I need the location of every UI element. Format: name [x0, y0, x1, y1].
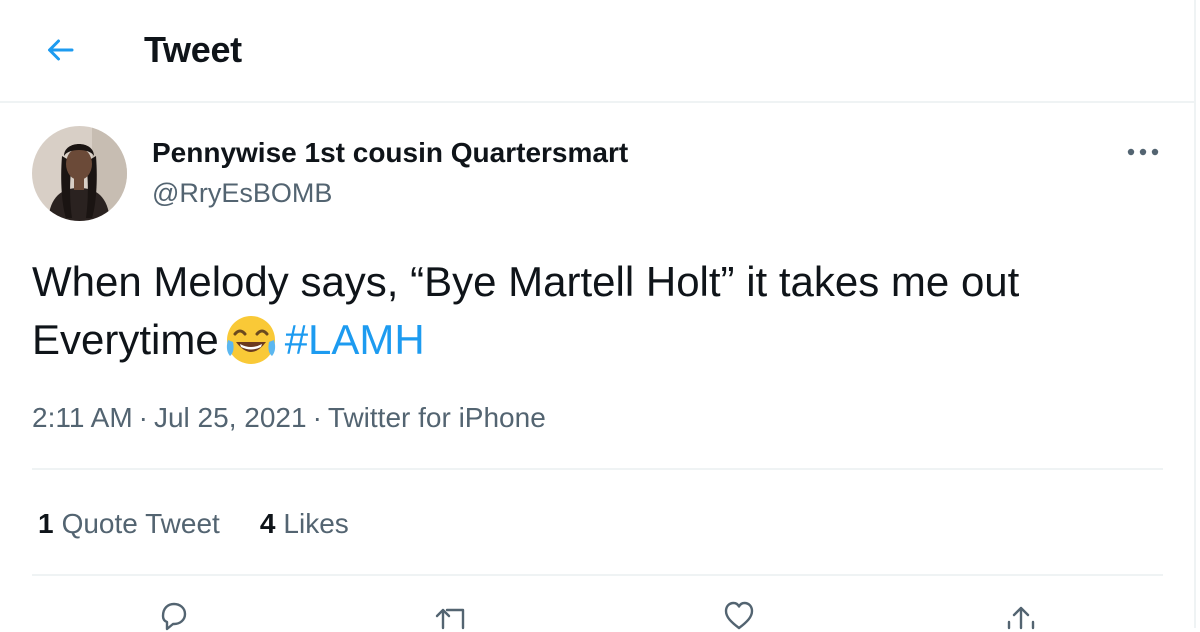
- divider: [32, 468, 1163, 470]
- share-button[interactable]: [996, 592, 1046, 632]
- reply-button[interactable]: [148, 592, 198, 632]
- tweet-text-word: Everytime: [32, 316, 219, 363]
- share-icon: [1007, 606, 1035, 630]
- likes-label: Likes: [283, 508, 349, 539]
- tweet-text-line-2: Everytime #LAMH: [32, 310, 1172, 368]
- tweet-date[interactable]: Jul 25, 2021: [154, 402, 307, 433]
- reply-icon: [161, 602, 187, 631]
- retweet-icon: [435, 608, 465, 630]
- quote-tweets-count: 1: [38, 508, 54, 539]
- more-options-button[interactable]: [1120, 134, 1166, 170]
- tweet-stats: 1 Quote Tweet 4 Likes: [38, 506, 349, 542]
- more-horizontal-icon: [1127, 148, 1159, 156]
- likes-count: 4: [259, 508, 276, 539]
- quote-tweets-stat[interactable]: 1 Quote Tweet: [38, 506, 220, 542]
- like-button[interactable]: [714, 592, 764, 632]
- page-header: Tweet: [0, 0, 1194, 103]
- page-title: Tweet: [144, 29, 242, 70]
- tweet-text: When Melody says, “Bye Martell Holt” it …: [32, 254, 1172, 368]
- profile-photo: [32, 126, 127, 221]
- avatar[interactable]: [32, 126, 127, 221]
- tweet-text-line-1: When Melody says, “Bye Martell Holt” it …: [32, 258, 1020, 305]
- author-display-name[interactable]: Pennywise 1st cousin Quartersmart: [152, 136, 628, 170]
- divider: [32, 574, 1163, 576]
- author-handle[interactable]: @RryEsBOMB: [152, 176, 332, 210]
- retweet-button[interactable]: [428, 592, 478, 632]
- face-with-tears-of-joy-emoji: [226, 316, 275, 364]
- back-button[interactable]: [38, 28, 82, 72]
- tweet-time[interactable]: 2:11 AM: [32, 402, 133, 433]
- tweet-meta: 2:11 AM · Jul 25, 2021 · Twitter for iPhone: [32, 400, 546, 436]
- quote-tweets-label: Quote Tweet: [61, 508, 220, 539]
- likes-stat[interactable]: 4 Likes: [260, 506, 349, 542]
- heart-icon: [724, 601, 754, 630]
- arrow-left-icon: [48, 39, 74, 61]
- meta-separator: ·: [312, 402, 322, 433]
- column-border: [1194, 0, 1196, 628]
- meta-separator: ·: [138, 402, 148, 433]
- hashtag-link[interactable]: #LAMH: [285, 316, 425, 363]
- tweet-source[interactable]: Twitter for iPhone: [328, 402, 546, 433]
